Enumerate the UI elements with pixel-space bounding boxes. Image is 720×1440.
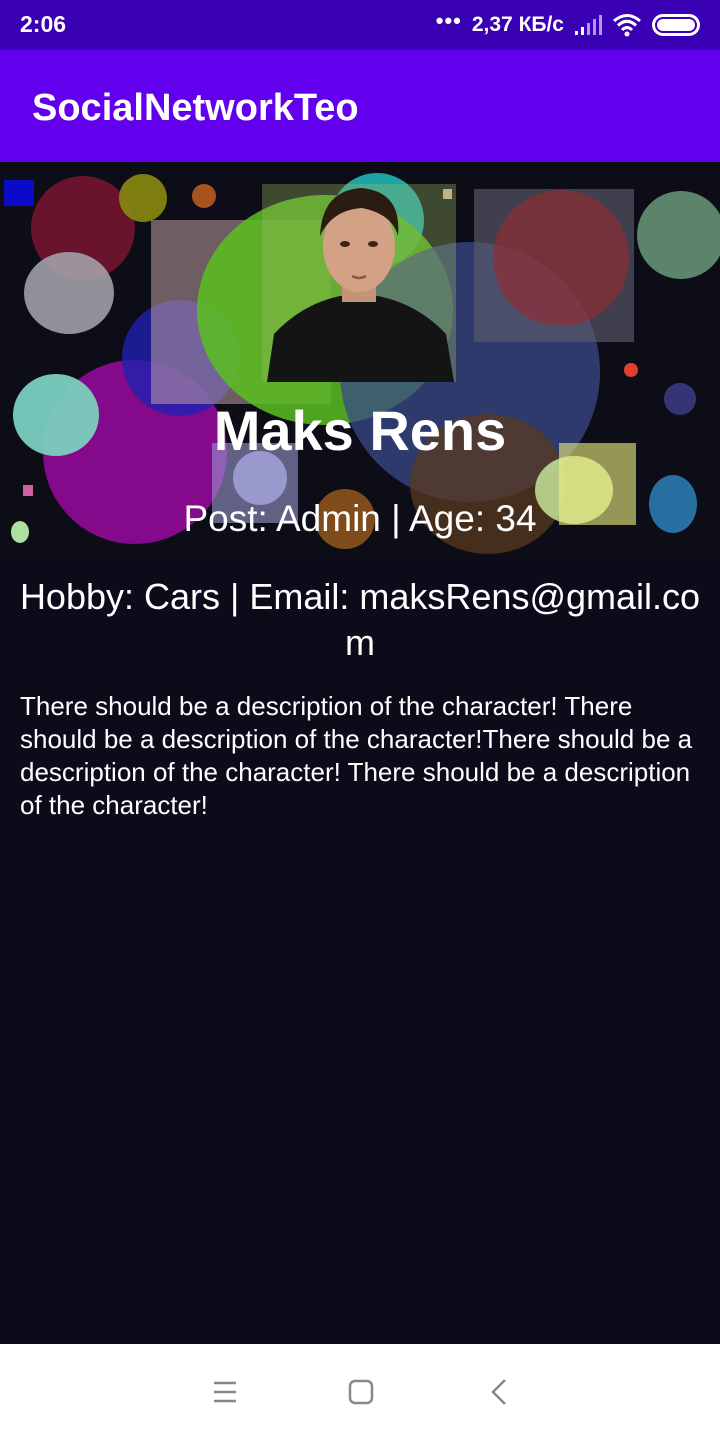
user-photo — [262, 184, 456, 382]
screen: 2:06 ••• 2,37 КБ/с SocialNetworkTeo Maks… — [0, 0, 720, 1440]
profile-hobby-email: Hobby: Cars | Email: maksRens@gmail.com — [19, 576, 701, 663]
status-indicators: ••• 2,37 КБ/с — [435, 8, 700, 40]
navigation-bar — [0, 1344, 720, 1440]
home-icon[interactable] — [343, 1374, 379, 1410]
back-icon[interactable] — [481, 1374, 517, 1410]
profile-header: Maks Rens Post: Admin | Age: 34 — [0, 162, 720, 556]
notification-dots: ••• — [435, 8, 462, 33]
status-time: 2:06 — [20, 11, 67, 37]
menu-icon[interactable] — [207, 1374, 243, 1410]
profile-post-age: Post: Admin | Age: 34 — [183, 498, 537, 539]
app-bar: SocialNetworkTeo — [0, 50, 720, 162]
wifi-icon — [613, 14, 641, 37]
battery-icon — [652, 14, 700, 36]
network-speed: 2,37 КБ/с — [471, 13, 564, 36]
app-title: SocialNetworkTeo — [32, 87, 359, 129]
signal-icon — [575, 15, 602, 35]
profile-description: There should be a description of the cha… — [20, 691, 693, 820]
profile-name: Maks Rens — [213, 399, 507, 462]
status-bar: 2:06 ••• 2,37 КБ/с — [0, 0, 720, 50]
